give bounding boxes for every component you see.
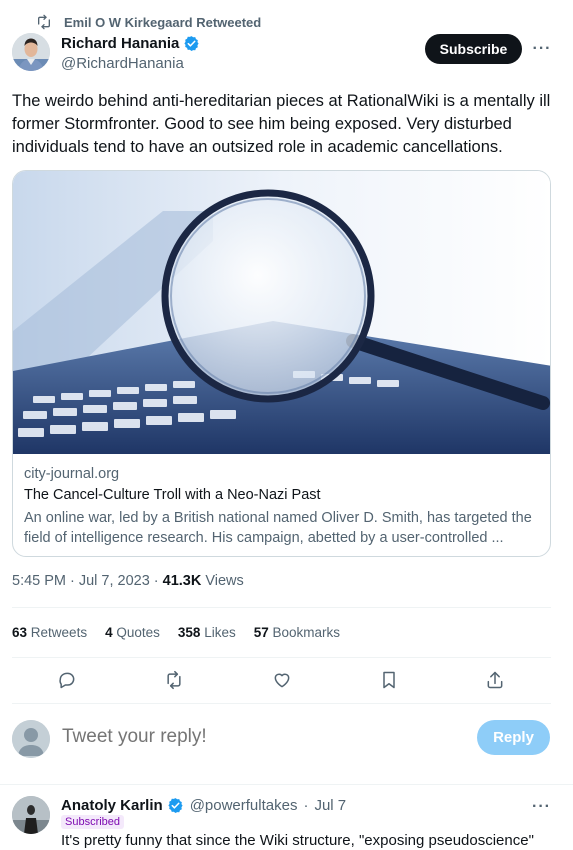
stat-likes[interactable]: 358 Likes — [178, 625, 236, 640]
reply-author-avatar[interactable] — [12, 796, 50, 834]
reply-author-row: Anatoly Karlin @powerfultakes · Jul 7 — [61, 797, 346, 814]
engagement-stats: 63 Retweets 4 Quotes 358 Likes 57 Bookma… — [12, 625, 358, 640]
divider — [12, 657, 551, 658]
reply-date[interactable]: Jul 7 — [314, 797, 346, 814]
more-options-icon[interactable]: ··· — [532, 798, 551, 816]
user-avatar[interactable] — [12, 720, 50, 758]
link-card[interactable]: city-journal.org The Cancel-Culture Trol… — [12, 170, 551, 557]
stat-bookmarks[interactable]: 57 Bookmarks — [254, 625, 340, 640]
author-handle[interactable]: @RichardHanania — [61, 55, 200, 72]
subscribe-button[interactable]: Subscribe — [425, 34, 522, 64]
meta-separator: · — [70, 573, 75, 589]
verified-badge-icon — [168, 798, 183, 813]
views-count: 41.3K — [162, 573, 202, 589]
more-options-icon[interactable]: ··· — [532, 39, 552, 59]
divider — [12, 607, 551, 608]
stat-retweets[interactable]: 63 Retweets — [12, 625, 87, 640]
reply-composer: Reply — [0, 720, 573, 760]
retweet-banner-text: Emil O W Kirkegaard Retweeted — [64, 14, 262, 30]
card-title: The Cancel-Culture Troll with a Neo-Nazi… — [24, 487, 321, 503]
card-domain: city-journal.org — [24, 466, 120, 482]
tweet-date[interactable]: Jul 7, 2023 — [79, 573, 150, 589]
retweet-icon — [38, 14, 50, 30]
verified-badge-icon — [184, 35, 199, 51]
retweet-banner[interactable]: Emil O W Kirkegaard Retweeted — [36, 13, 261, 31]
author-block: Richard Hanania @RichardHanania — [61, 33, 200, 72]
reply-author-handle[interactable]: @powerfultakes — [190, 797, 298, 814]
divider — [0, 784, 573, 785]
reply-button[interactable]: Reply — [477, 720, 550, 755]
tweet-actions — [0, 668, 573, 692]
meta-separator: · — [153, 573, 159, 589]
card-image — [13, 171, 550, 454]
reply-input[interactable] — [62, 726, 362, 748]
reply-author-name[interactable]: Anatoly Karlin — [61, 797, 163, 814]
reply-text: It's pretty funny that since the Wiki st… — [61, 832, 534, 849]
tweet-text: The weirdo behind anti-hereditarian piec… — [12, 92, 551, 156]
subscribed-badge: Subscribed — [61, 815, 125, 829]
retweet-icon[interactable] — [162, 668, 186, 692]
like-icon[interactable] — [270, 668, 294, 692]
reply-icon[interactable] — [55, 668, 79, 692]
tweet-meta: 5:45 PM · Jul 7, 2023 · 41.3K Views — [12, 573, 244, 589]
stat-quotes[interactable]: 4 Quotes — [105, 625, 160, 640]
card-description: An online war, led by a British national… — [24, 510, 532, 546]
author-name[interactable]: Richard Hanania — [61, 35, 179, 52]
reply-tweet[interactable]: Anatoly Karlin @powerfultakes · Jul 7 Su… — [0, 796, 573, 850]
divider — [12, 703, 551, 704]
bookmark-icon[interactable] — [377, 668, 401, 692]
share-icon[interactable] — [483, 668, 507, 692]
author-avatar[interactable] — [12, 33, 50, 71]
views-label: Views — [205, 573, 244, 589]
tweet-time[interactable]: 5:45 PM — [12, 573, 66, 589]
meta-separator: · — [303, 797, 309, 814]
